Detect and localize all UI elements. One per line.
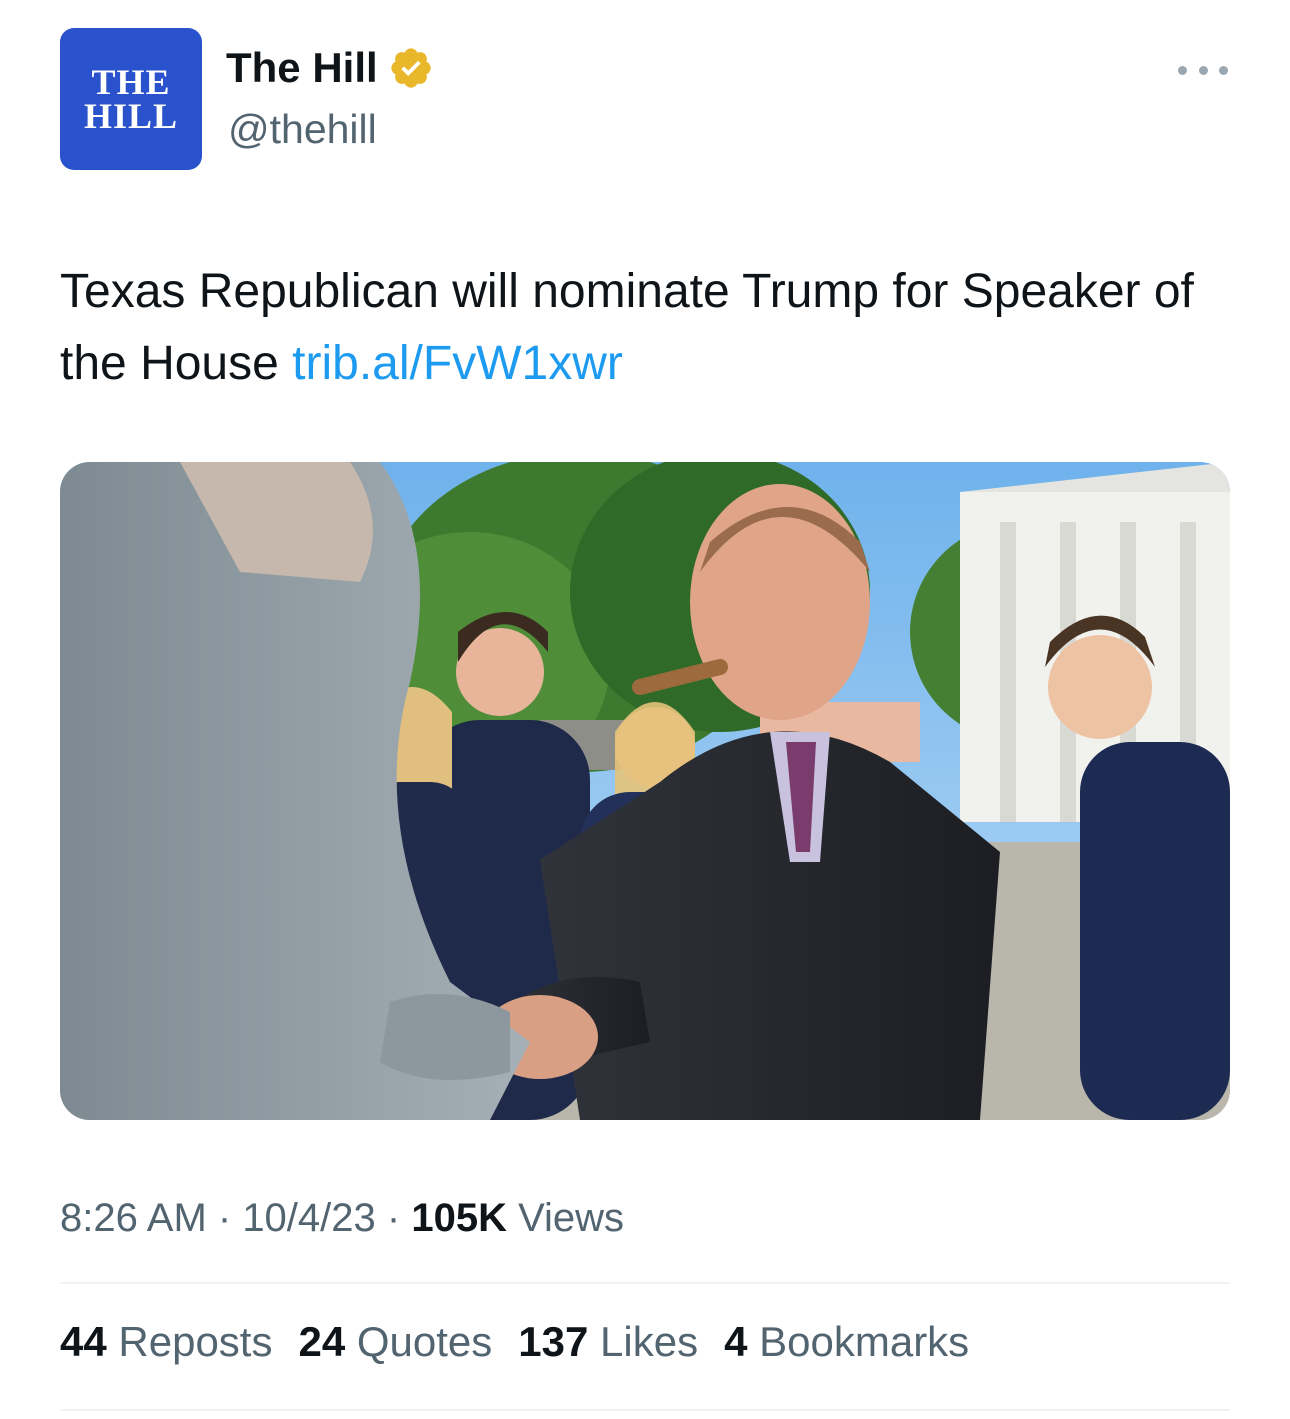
stat-likes[interactable]: 137 Likes [518, 1318, 698, 1366]
avatar-text-line2: HILL [83, 96, 179, 136]
stat-count: 4 [724, 1318, 748, 1365]
author-display-name[interactable]: The Hill [226, 44, 378, 92]
stat-label: Quotes [356, 1318, 493, 1365]
tweet-text: Texas Republican will nominate Trump for… [60, 256, 1230, 400]
stat-label: Bookmarks [759, 1318, 970, 1365]
tweet-detail: THE HILL The Hill @thehill Texas Republi… [0, 0, 1290, 1419]
tweet-photo[interactable] [60, 462, 1230, 1120]
stat-quotes[interactable]: 24 Quotes [298, 1318, 492, 1366]
engagement-stats: 44 Reposts 24 Quotes 137 Likes 4 Bookmar… [60, 1318, 969, 1366]
stat-count: 24 [298, 1318, 346, 1365]
verified-badge-icon[interactable] [388, 45, 434, 91]
stat-count: 137 [518, 1318, 589, 1365]
author-handle[interactable]: @thehill [228, 106, 377, 153]
meta-separator: · [375, 1196, 412, 1240]
tweet-date[interactable]: 10/4/23 [242, 1196, 375, 1240]
more-options-icon[interactable] [1178, 58, 1228, 82]
avatar-text-line1: THE [91, 62, 171, 102]
tweet-link[interactable]: trib.al/FvW1xwr [292, 337, 623, 390]
stat-label: Reposts [118, 1318, 273, 1365]
divider [60, 1282, 1230, 1284]
stat-reposts[interactable]: 44 Reposts [60, 1318, 272, 1366]
photo-handshake-image [60, 462, 1230, 1120]
avatar[interactable]: THE HILL [60, 28, 202, 170]
tweet-meta: 8:26 AM · 10/4/23 · 105K Views [60, 1196, 624, 1241]
previous-content-cut [200, 0, 960, 8]
views-count[interactable]: 105K [411, 1196, 507, 1240]
author-name-row[interactable]: The Hill [226, 44, 434, 92]
meta-separator: · [206, 1196, 243, 1240]
tweet-time[interactable]: 8:26 AM [60, 1196, 207, 1240]
views-label: Views [506, 1196, 625, 1240]
stat-count: 44 [60, 1318, 107, 1365]
divider [60, 1409, 1230, 1411]
tweet-body: Texas Republican will nominate Trump for… [60, 265, 1194, 390]
stat-label: Likes [600, 1318, 699, 1365]
stat-bookmarks[interactable]: 4 Bookmarks [724, 1318, 969, 1366]
